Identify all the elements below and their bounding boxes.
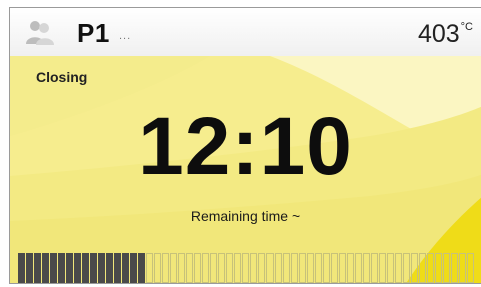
progress-segment-empty	[418, 253, 426, 283]
progress-segment-empty	[258, 253, 266, 283]
progress-segment-empty	[386, 253, 394, 283]
progress-segment-filled	[106, 253, 114, 283]
temperature-unit: °C	[460, 21, 473, 33]
progress-segment-filled	[90, 253, 98, 283]
progress-segment-empty	[274, 253, 282, 283]
temperature-value: 403	[417, 20, 460, 48]
progress-segment-empty	[250, 253, 258, 283]
progress-segment-filled	[66, 253, 74, 283]
main-panel: Closing 12:10 Remaining time ~	[10, 56, 481, 283]
progress-segment-empty	[186, 253, 194, 283]
progress-segment-empty	[394, 253, 402, 283]
progress-segment-filled	[114, 253, 122, 283]
progress-segment-filled	[122, 253, 130, 283]
progress-segment-empty	[298, 253, 306, 283]
progress-segment-filled	[82, 253, 90, 283]
progress-segment-empty	[178, 253, 186, 283]
progress-segment-empty	[402, 253, 410, 283]
remaining-time: 12:10	[138, 101, 353, 192]
progress-segment-empty	[466, 253, 474, 283]
progress-segment-empty	[434, 253, 442, 283]
progress-segment-filled	[18, 253, 26, 283]
progress-segment-empty	[338, 253, 346, 283]
progress-segment-filled	[130, 253, 138, 283]
progress-segment-empty	[170, 253, 178, 283]
progress-segment-empty	[354, 253, 362, 283]
progress-segment-empty	[306, 253, 314, 283]
progress-segment-filled	[138, 253, 146, 283]
progress-segment-empty	[362, 253, 370, 283]
progress-segment-empty	[282, 253, 290, 283]
progress-segment-empty	[450, 253, 458, 283]
progress-segment-filled	[74, 253, 82, 283]
progress-segment-empty	[290, 253, 298, 283]
progress-segment-empty	[234, 253, 242, 283]
progress-segment-filled	[98, 253, 106, 283]
progress-segment-empty	[322, 253, 330, 283]
progress-segment-filled	[34, 253, 42, 283]
progress-segment-empty	[210, 253, 218, 283]
progress-segment-filled	[42, 253, 50, 283]
header-bar: P1 ... 403°C	[10, 8, 481, 57]
progress-segment-empty	[378, 253, 386, 283]
progress-segment-empty	[266, 253, 274, 283]
progress-segment-empty	[410, 253, 418, 283]
progress-segment-empty	[370, 253, 378, 283]
remaining-time-label: Remaining time ~	[190, 208, 301, 224]
progress-segment-empty	[314, 253, 322, 283]
progress-segment-empty	[346, 253, 354, 283]
progress-segment-filled	[50, 253, 58, 283]
progress-segment-empty	[194, 253, 202, 283]
progress-segment-empty	[218, 253, 226, 283]
progress-segment-empty	[458, 253, 466, 283]
progress-segment-empty	[202, 253, 210, 283]
program-name[interactable]: P1	[77, 18, 110, 49]
oven-display: P1 ... 403°C Closing 12:10 Remaining tim…	[9, 7, 481, 284]
progress-segment-empty	[242, 253, 250, 283]
user-icon[interactable]	[24, 18, 56, 46]
progress-segment-empty	[442, 253, 450, 283]
progress-segment-filled	[58, 253, 66, 283]
progress-segment-empty	[330, 253, 338, 283]
status-label: Closing	[36, 69, 88, 85]
temperature-readout: 403°C	[418, 20, 473, 49]
program-more-indicator: ...	[119, 30, 132, 42]
progress-segment-empty	[162, 253, 170, 283]
progress-segment-empty	[426, 253, 434, 283]
progress-bar	[18, 253, 474, 283]
progress-segment-filled	[26, 253, 34, 283]
progress-segment-empty	[226, 253, 234, 283]
progress-segment-empty	[154, 253, 162, 283]
progress-segment-empty	[146, 253, 154, 283]
